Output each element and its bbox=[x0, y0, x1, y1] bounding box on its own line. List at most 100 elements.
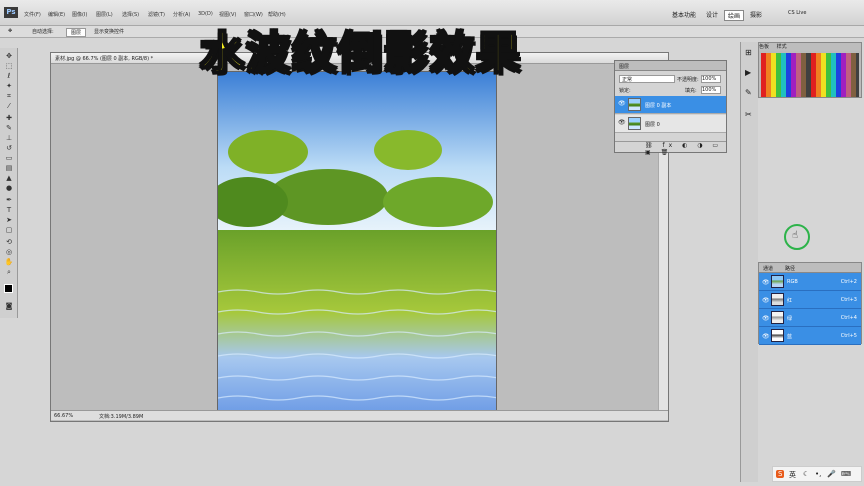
fill-label: 填充: bbox=[685, 88, 697, 94]
fill-field[interactable]: 100% bbox=[701, 86, 721, 94]
zoom-level[interactable]: 66.67% bbox=[54, 413, 73, 419]
layers-tab[interactable]: 图层 bbox=[615, 61, 726, 71]
lasso-tool-icon[interactable]: ℓ bbox=[4, 72, 14, 80]
crop-tool-icon[interactable]: ⌗ bbox=[4, 92, 14, 100]
type-tool-icon[interactable]: T bbox=[4, 206, 14, 214]
layer-row[interactable]: 👁 图层 0 副本 bbox=[615, 96, 726, 114]
eye-icon[interactable]: 👁 bbox=[762, 279, 770, 286]
gradient-tool-icon[interactable]: ▤ bbox=[4, 164, 14, 172]
history-icon[interactable]: ⊞ bbox=[745, 48, 752, 57]
workspace-painting[interactable]: 绘画 bbox=[724, 10, 745, 21]
sogou-icon[interactable]: S bbox=[776, 470, 785, 478]
3d-rotate-icon[interactable]: ⟲ bbox=[4, 238, 14, 246]
layers-panel: 图层 正常 不透明度: 100% 锁定: 填充: 100% 👁 图层 0 副本 … bbox=[614, 60, 727, 156]
quick-mask-icon[interactable]: ◙ bbox=[4, 302, 14, 310]
menu-filter[interactable]: 滤镜(T) bbox=[148, 11, 165, 18]
eye-icon[interactable]: 👁 bbox=[762, 333, 770, 340]
collapsed-panel-dock: ⊞ ▶ ✎ ✂ bbox=[740, 42, 758, 482]
path-select-icon[interactable]: ➤ bbox=[4, 216, 14, 224]
foreground-color-swatch[interactable] bbox=[4, 284, 13, 293]
channel-name: 绿 bbox=[787, 316, 793, 322]
blur-tool-icon[interactable]: ▲ bbox=[4, 174, 14, 182]
auto-select-checkbox[interactable]: 自动选择: bbox=[32, 28, 54, 35]
lock-label: 锁定: bbox=[619, 88, 631, 94]
eye-icon[interactable]: 👁 bbox=[762, 297, 770, 304]
eye-icon[interactable]: 👁 bbox=[618, 120, 626, 126]
channel-name: 蓝 bbox=[787, 334, 793, 340]
brush-panel-icon[interactable]: ✎ bbox=[745, 88, 752, 97]
channel-row[interactable]: 👁 RGB Ctrl+2 bbox=[759, 273, 861, 291]
channel-thumbnail bbox=[771, 311, 784, 324]
canvas-image[interactable] bbox=[218, 72, 496, 412]
marquee-tool-icon[interactable]: ⬚ bbox=[4, 62, 14, 70]
tab-swatches[interactable]: 色板 bbox=[759, 44, 769, 50]
channel-row[interactable]: 👁 红 Ctrl+3 bbox=[759, 291, 861, 309]
pen-tool-icon[interactable]: ✒ bbox=[4, 196, 14, 204]
zoom-tool-icon[interactable]: ⌕ bbox=[4, 268, 14, 276]
menu-select[interactable]: 选择(S) bbox=[122, 11, 139, 18]
channel-row[interactable]: 👁 蓝 Ctrl+5 bbox=[759, 327, 861, 345]
layer-name: 图层 0 副本 bbox=[645, 103, 672, 109]
auto-select-type[interactable]: 图层 bbox=[66, 28, 87, 37]
layer-name: 图层 0 bbox=[645, 122, 660, 128]
tab-channels[interactable]: 通道 bbox=[763, 265, 773, 272]
layer-row[interactable]: 👁 图层 0 bbox=[615, 115, 726, 133]
swatches-tabs[interactable]: 色板 样式 bbox=[759, 43, 861, 51]
channel-thumbnail bbox=[771, 275, 784, 288]
actions-icon[interactable]: ▶ bbox=[745, 68, 751, 77]
opacity-label: 不透明度: bbox=[677, 77, 699, 83]
opacity-field[interactable]: 100% bbox=[701, 75, 721, 83]
eye-icon[interactable]: 👁 bbox=[762, 315, 770, 322]
channels-panel: 通道 路径 👁 RGB Ctrl+2 👁 红 Ctrl+3 👁 绿 Ctrl+4 👁 蓝 Ctr… bbox=[758, 262, 862, 345]
document-window: 素材.jpg @ 66.7% (图层 0 副本, RGB/8) * 66.67%… bbox=[50, 52, 669, 422]
tools-panel-icon[interactable]: ✂ bbox=[745, 110, 752, 119]
channel-shortcut: Ctrl+5 bbox=[840, 333, 857, 339]
ime-language[interactable]: 英 bbox=[789, 470, 796, 480]
channel-thumbnail bbox=[771, 329, 784, 342]
document-size: 文档:3.19M/3.89M bbox=[99, 414, 144, 420]
brush-tool-icon[interactable]: ✎ bbox=[4, 124, 14, 132]
document-status-bar: 66.67% 文档:3.19M/3.89M bbox=[51, 410, 668, 420]
moon-icon[interactable]: ☾ bbox=[803, 470, 809, 478]
punctuation-icon[interactable]: •, bbox=[815, 470, 821, 478]
3d-orbit-icon[interactable]: ◎ bbox=[4, 248, 14, 256]
channel-name: RGB bbox=[787, 279, 798, 285]
menu-image[interactable]: 图像(I) bbox=[72, 11, 87, 18]
layer-footer-buttons[interactable]: ⛓ fx ◐ ◑ ▭ ▣ 🗑 bbox=[615, 141, 726, 156]
layer-thumbnail bbox=[628, 117, 641, 130]
healing-brush-icon[interactable]: ✚ bbox=[4, 114, 14, 122]
workspace-essentials[interactable]: 基本功能 bbox=[672, 10, 696, 19]
channel-row[interactable]: 👁 绿 Ctrl+4 bbox=[759, 309, 861, 327]
tab-paths[interactable]: 路径 bbox=[785, 265, 795, 272]
eye-icon[interactable]: 👁 bbox=[618, 101, 626, 107]
workspace-photo[interactable]: 摄影 bbox=[750, 10, 762, 19]
dodge-tool-icon[interactable]: ● bbox=[4, 184, 14, 192]
swatch-grid[interactable] bbox=[761, 53, 859, 97]
menu-analysis[interactable]: 分析(A) bbox=[173, 11, 190, 18]
menu-layer[interactable]: 图层(L) bbox=[96, 11, 113, 18]
show-transform-checkbox[interactable]: 显示变换控件 bbox=[94, 28, 124, 35]
document-title: 素材.jpg @ 66.7% (图层 0 副本, RGB/8) * bbox=[55, 56, 154, 62]
blend-mode-select[interactable]: 正常 bbox=[619, 75, 675, 83]
hand-tool-icon[interactable]: ✋ bbox=[4, 258, 14, 266]
move-tool-icon[interactable]: ✥ bbox=[8, 28, 12, 34]
magic-wand-icon[interactable]: ✦ bbox=[4, 82, 14, 90]
eyedropper-icon[interactable]: ⁄ bbox=[4, 102, 14, 110]
eraser-tool-icon[interactable]: ▭ bbox=[4, 154, 14, 162]
move-tool-icon[interactable]: ✥ bbox=[4, 52, 14, 60]
menu-file[interactable]: 文件(F) bbox=[24, 11, 41, 18]
photoshop-logo: Ps bbox=[4, 7, 18, 18]
workspace-design[interactable]: 设计 bbox=[706, 10, 718, 19]
clone-stamp-icon[interactable]: ⊥ bbox=[4, 134, 14, 142]
hand-cursor-icon: ☝ bbox=[792, 230, 799, 241]
channels-tabs[interactable]: 通道 路径 bbox=[759, 263, 861, 273]
keyboard-icon[interactable]: ⌨ bbox=[841, 470, 851, 478]
ime-toolbar: S 英 ☾ •, 🎤 ⌨ bbox=[772, 466, 862, 482]
tab-styles[interactable]: 样式 bbox=[777, 44, 787, 50]
shape-tool-icon[interactable]: ▢ bbox=[4, 226, 14, 234]
layer-thumbnail bbox=[628, 98, 641, 111]
mic-icon[interactable]: 🎤 bbox=[827, 470, 836, 478]
menu-edit[interactable]: 编辑(E) bbox=[48, 11, 65, 18]
history-brush-icon[interactable]: ↺ bbox=[4, 144, 14, 152]
cs-live-button[interactable]: CS Live bbox=[788, 10, 806, 16]
